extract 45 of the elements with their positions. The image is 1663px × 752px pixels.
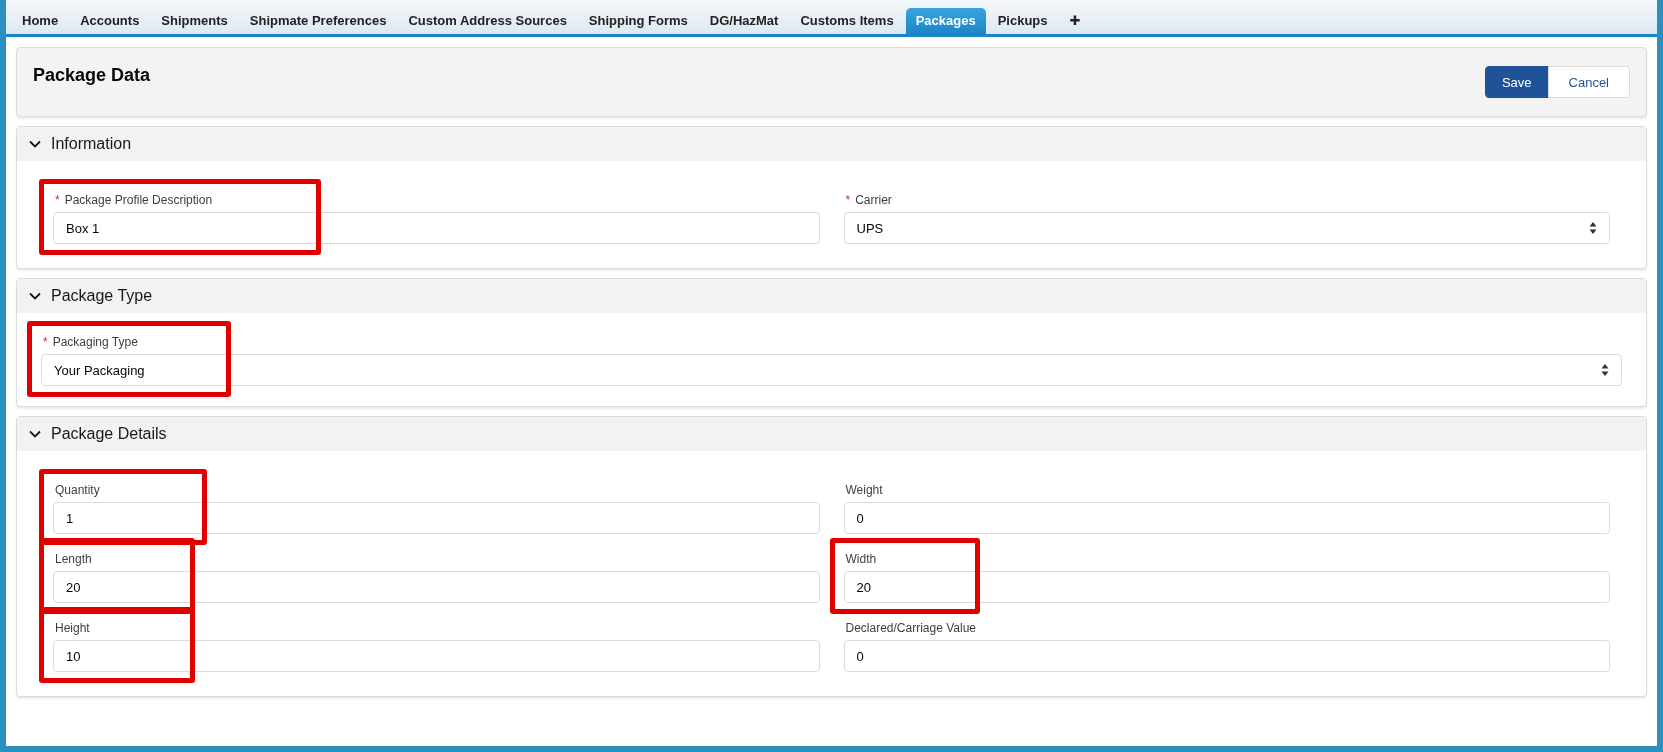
- tab[interactable]: Custom Address Sources: [398, 8, 577, 34]
- field-label: Carrier: [855, 193, 892, 207]
- input-field[interactable]: 0: [843, 640, 1610, 672]
- section-header[interactable]: Package Details: [17, 417, 1646, 451]
- select-field[interactable]: Your Packaging: [41, 354, 1622, 386]
- input-field[interactable]: 10: [53, 640, 820, 672]
- input-field[interactable]: Box 1: [53, 212, 820, 244]
- input-field[interactable]: 0: [843, 502, 1610, 534]
- save-button[interactable]: Save: [1484, 66, 1549, 98]
- required-mark: *: [55, 193, 60, 207]
- tab[interactable]: Shipping Forms: [578, 8, 698, 34]
- section-header[interactable]: Information: [17, 127, 1646, 161]
- tab[interactable]: DG/HazMat: [699, 8, 789, 34]
- section-title: Information: [51, 135, 132, 153]
- input-field[interactable]: 20: [843, 571, 1610, 603]
- tab[interactable]: Customs Items: [790, 8, 904, 34]
- chevron-down-icon: [29, 290, 41, 302]
- section-header[interactable]: Package Type: [17, 279, 1646, 313]
- field-label: Length: [55, 552, 92, 566]
- section-title: Package Type: [51, 287, 153, 305]
- field-label: Quantity: [55, 483, 100, 497]
- tab[interactable]: ✚: [1059, 8, 1091, 34]
- tab[interactable]: Pickups: [987, 8, 1058, 34]
- cancel-button[interactable]: Cancel: [1547, 66, 1630, 98]
- section-title: Package Details: [51, 425, 167, 443]
- field-label: Height: [55, 621, 90, 635]
- tab[interactable]: Shipments: [151, 8, 238, 34]
- field-label: Package Profile Description: [64, 193, 213, 207]
- field-label: Width: [845, 552, 877, 566]
- up-down-arrows-icon: [1601, 363, 1609, 377]
- tab[interactable]: Accounts: [70, 8, 150, 34]
- chevron-down-icon: [29, 138, 41, 150]
- page-title: Package Data: [33, 65, 151, 86]
- required-mark: *: [43, 335, 48, 349]
- field-label: Declared/Carriage Value: [845, 621, 976, 635]
- required-mark: *: [845, 193, 851, 207]
- input-field[interactable]: 20: [53, 571, 820, 603]
- select-field[interactable]: UPS: [843, 212, 1610, 244]
- field-label: Packaging Type: [52, 335, 138, 349]
- tab[interactable]: Home: [12, 8, 69, 34]
- input-field[interactable]: 1: [53, 502, 820, 534]
- chevron-down-icon: [29, 428, 41, 440]
- up-down-arrows-icon: [1589, 221, 1597, 235]
- tab[interactable]: Shipmate Preferences: [239, 8, 397, 34]
- field-label: Weight: [845, 483, 883, 497]
